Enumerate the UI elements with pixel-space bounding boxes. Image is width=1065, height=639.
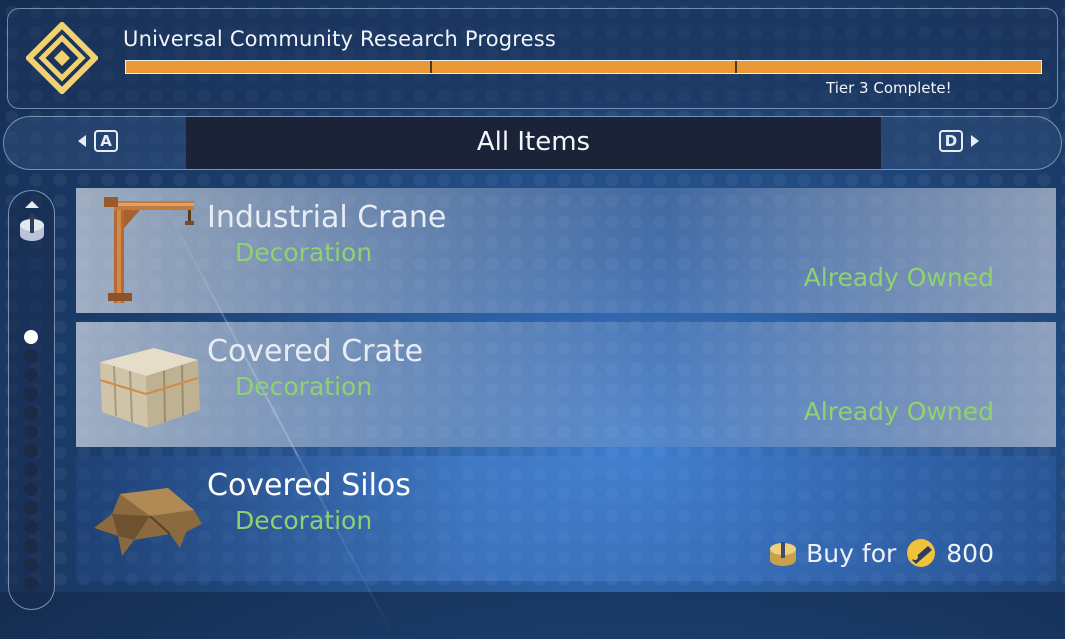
category-bar: A All Items D [3,116,1062,170]
item-price: 800 [946,538,994,568]
industrial-crane-icon [104,197,194,303]
item-category: Decoration [235,372,373,401]
scroll-rail[interactable] [8,190,55,610]
item-row-industrial-crane[interactable]: Industrial Crane Decoration Already Owne… [76,188,1056,313]
scroll-dot [24,501,38,515]
research-status: Tier 3 Complete! [826,79,952,97]
arrow-left-icon [78,135,86,147]
research-progress-bar [125,60,1042,74]
scroll-position-indicator [24,330,38,344]
item-name: Covered Silos [207,468,411,503]
buy-button[interactable]: Buy for 800 [768,538,994,568]
stick-up-icon [20,213,44,241]
arrow-right-icon [971,135,979,147]
item-name: Covered Crate [207,334,424,369]
scroll-dot [24,406,38,420]
item-category: Decoration [235,506,373,535]
item-name: Industrial Crane [207,200,447,235]
scroll-dot [24,520,38,534]
scroll-dot [24,425,38,439]
scroll-up-icon[interactable] [25,201,39,208]
scroll-dot [24,387,38,401]
scroll-dot [24,577,38,591]
scroll-dot [24,368,38,382]
covered-crate-icon [99,348,200,428]
scroll-dot [24,463,38,477]
research-progress-panel: Universal Community Research Progress Ti… [7,8,1058,109]
progress-tier-2 [429,61,736,73]
category-title-bg: All Items [186,117,881,169]
quicksilver-currency-icon [907,539,936,567]
scroll-dot [24,539,38,553]
next-category-button[interactable]: D [939,130,979,152]
scroll-dot [24,444,38,458]
buy-button-icon [770,542,797,566]
item-owned-status: Already Owned [803,263,994,292]
covered-silos-icon [94,488,202,556]
item-category: Decoration [235,238,373,267]
research-title: Universal Community Research Progress [123,27,557,51]
key-a: A [94,130,118,152]
category-title: All Items [476,127,591,157]
research-emblem-icon [26,22,98,94]
item-owned-status: Already Owned [803,397,994,426]
progress-tier-1 [126,61,430,73]
scroll-dot [24,558,38,572]
prev-category-button[interactable]: A [78,130,118,152]
item-row-covered-crate[interactable]: Covered Crate Decoration Already Owned [76,322,1056,447]
buy-label: Buy for [806,538,897,568]
scroll-dot [24,349,38,363]
scroll-dot [24,482,38,496]
item-row-covered-silos[interactable]: Covered Silos Decoration Buy for 800 [76,456,1056,581]
progress-tier-3 [735,61,1042,73]
key-d: D [939,130,963,152]
